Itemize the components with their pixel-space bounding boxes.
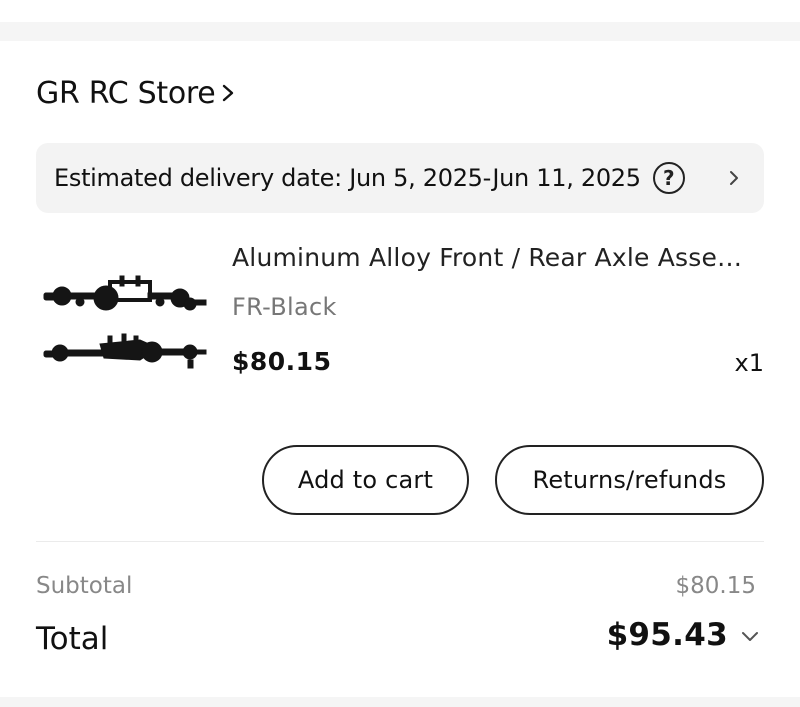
product-quantity: x1 (734, 349, 764, 377)
total-label: Total (36, 621, 109, 657)
chevron-right-icon (221, 82, 239, 104)
order-card: GR RC Store Estimated delivery date: Jun… (0, 41, 800, 697)
delivery-estimate-bar[interactable]: Estimated delivery date: Jun 5, 2025-Jun… (36, 143, 764, 213)
store-name: GR RC Store (36, 75, 216, 111)
subtotal-label: Subtotal (36, 573, 133, 599)
top-strip (0, 0, 800, 22)
store-header-link[interactable]: GR RC Store (36, 73, 239, 113)
product-image[interactable] (40, 274, 210, 384)
add-to-cart-button[interactable]: Add to cart (262, 445, 469, 515)
subtotal-value: $80.15 (675, 573, 756, 599)
divider (36, 541, 764, 542)
delivery-estimate-text: Estimated delivery date: Jun 5, 2025-Jun… (54, 164, 641, 192)
question-circle-icon[interactable]: ? (652, 162, 685, 194)
total-toggle[interactable]: $95.43 (607, 617, 760, 653)
total-value: $95.43 (606, 617, 728, 653)
chevron-down-icon (740, 628, 760, 642)
chevron-right-icon (726, 167, 742, 189)
product-price: $80.15 (232, 347, 332, 376)
returns-refunds-button[interactable]: Returns/refunds (495, 445, 764, 515)
product-variant: FR-Black (232, 293, 337, 321)
product-title[interactable]: Aluminum Alloy Front / Rear Axle Assembl… (232, 243, 766, 272)
